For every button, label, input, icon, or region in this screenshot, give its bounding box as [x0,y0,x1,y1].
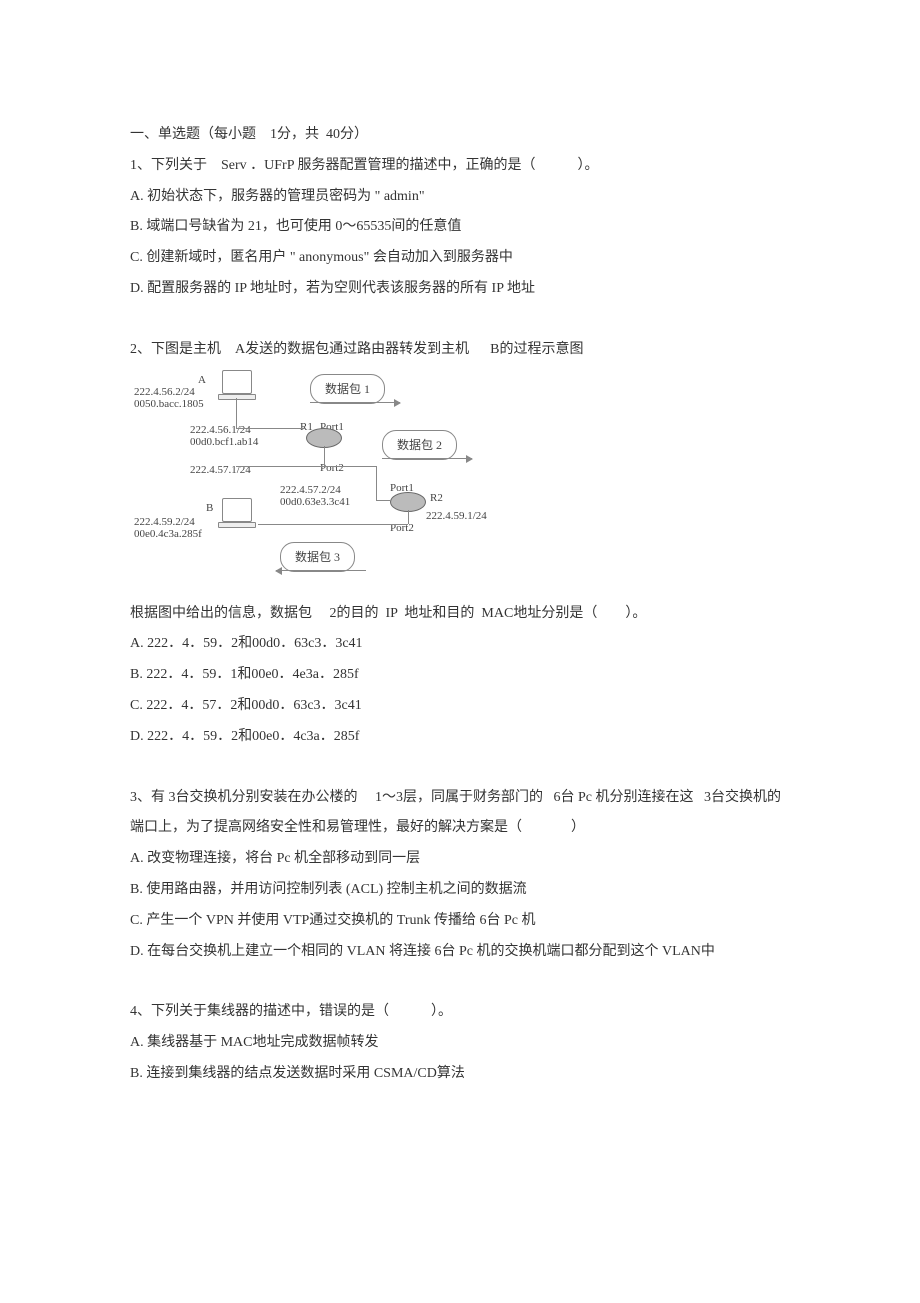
q2-diagram: A 222.4.56.2/24 0050.bacc.1805 数据包 1 222… [130,370,480,595]
r2-port2-ip: 222.4.59.1/24 [426,504,487,528]
section-title: 一、单选题（每小题 1分，共 40分） [130,120,790,151]
q3-option-a: A. 改变物理连接，将台 Pc 机全部移动到同一层 [130,844,790,875]
wire [258,524,408,525]
wire [376,500,390,501]
packet-1-pill: 数据包 1 [310,374,385,404]
computer-icon [222,498,252,522]
q2-tail: 根据图中给出的信息，数据包 2的目的 IP 地址和目的 MAC地址分别是（ ）。 [130,599,790,630]
computer-base-icon [218,394,256,400]
q1-option-d: D. 配置服务器的 IP 地址时，若为空则代表该服务器的所有 IP 地址 [130,274,790,305]
q1-stem: 1、下列关于 Serv ．UFrP 服务器配置管理的描述中，正确的是（ ）。 [130,151,790,182]
q3-option-c: C. 产生一个 VPN 并使用 VTP通过交换机的 Trunk 传播给 6台 P… [130,906,790,937]
packet-2-pill: 数据包 2 [382,430,457,460]
q2-stem: 2、下图是主机 A发送的数据包通过路由器转发到主机 B的过程示意图 [130,335,790,366]
q1-option-c: C. 创建新域时，匿名用户 " anonymous" 会自动加入到服务器中 [130,243,790,274]
q1-option-a: A. 初始状态下，服务器的管理员密码为 " admin" [130,182,790,213]
computer-icon [222,370,252,394]
r2-port1-mac: 00d0.63e3.3c41 [280,490,350,514]
spacer [130,967,790,997]
arrow-icon [382,458,472,459]
router-icon [390,492,426,512]
host-a-label: A [198,368,206,392]
q3-option-b: B. 使用路由器，并用访问控制列表 (ACL) 控制主机之间的数据流 [130,875,790,906]
q3-option-d: D. 在每台交换机上建立一个相同的 VLAN 将连接 6台 Pc 机的交换机端口… [130,937,790,968]
arrow-icon [310,402,400,403]
spacer [130,305,790,335]
q4-option-a: A. 集线器基于 MAC地址完成数据帧转发 [130,1028,790,1059]
host-a-mac: 0050.bacc.1805 [134,392,204,416]
q2-option-b: B. 222．4．59．1和00e0．4e3a．285f [130,660,790,691]
arrow-icon [276,570,366,571]
q2-option-a: A. 222．4．59．2和00d0．63c3．3c41 [130,629,790,660]
q2-option-c: C. 222．4．57．2和00d0．63c3．3c41 [130,691,790,722]
wire [376,466,377,500]
q4-stem: 4、下列关于集线器的描述中，错误的是（ ）。 [130,997,790,1028]
wire [324,446,325,466]
q2-option-d: D. 222．4．59．2和00e0．4c3a．285f [130,722,790,753]
packet-3-pill: 数据包 3 [280,542,355,572]
q3-stem: 3、有 3台交换机分别安装在办公楼的 1～3层，同属于财务部门的 6台 Pc 机… [130,783,790,845]
r2-port2-label: Port2 [390,516,414,540]
q4-option-b: B. 连接到集线器的结点发送数据时采用 CSMA/CD算法 [130,1059,790,1090]
spacer [130,753,790,783]
exam-page: 一、单选题（每小题 1分，共 40分） 1、下列关于 Serv ．UFrP 服务… [0,0,920,1303]
host-b-mac: 00e0.4c3a.285f [134,522,202,546]
wire [236,466,376,467]
host-b-label: B [206,496,213,520]
computer-base-icon [218,522,256,528]
router-icon [306,428,342,448]
q1-option-b: B. 域端口号缺省为 21，也可使用 0～65535间的任意值 [130,212,790,243]
wire [408,510,409,524]
r1-port2-ip: 222.4.57.1/24 [190,458,251,482]
r1-port1-mac: 00d0.bcf1.ab14 [190,430,258,454]
wire [236,428,306,429]
